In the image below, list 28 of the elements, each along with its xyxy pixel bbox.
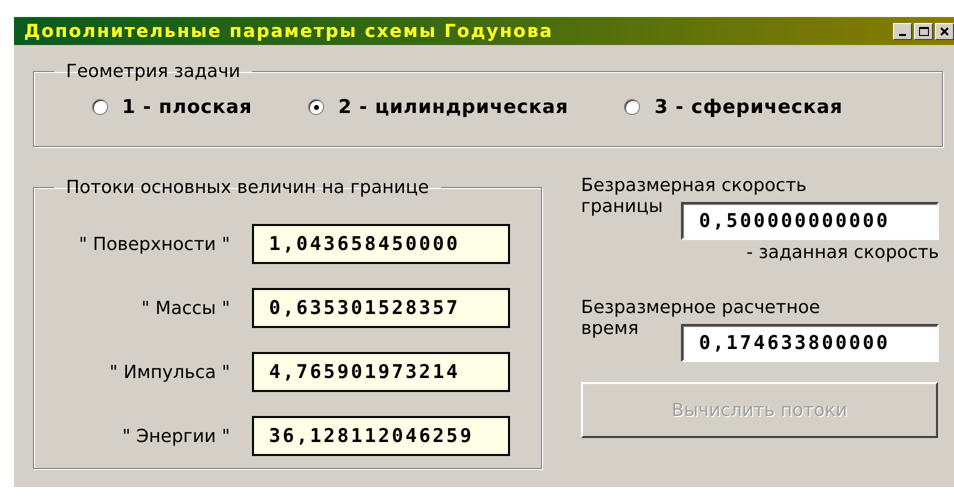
- output-field: 4,765901973214: [252, 352, 510, 392]
- output-field: 1,043658450000: [252, 224, 510, 264]
- field-label: " Массы ": [141, 298, 230, 318]
- radio-button[interactable]: [624, 99, 640, 115]
- field-label: время: [581, 318, 639, 339]
- field-label: " Поверхности ": [78, 234, 230, 254]
- field-label: " Энергии ": [122, 426, 230, 446]
- minimize-button[interactable]: [893, 22, 912, 40]
- minimize-icon: [899, 34, 906, 36]
- radio-button[interactable]: [308, 99, 324, 115]
- output-field: 36,128112046259: [252, 416, 510, 456]
- group-title: Потоки основных величин на границе: [65, 177, 430, 198]
- radio-option[interactable]: 3 - сферическая: [624, 96, 843, 118]
- input-field[interactable]: 0,500000000000: [681, 202, 939, 240]
- field-label: " Импульса ": [109, 362, 230, 382]
- close-button[interactable]: [935, 22, 954, 40]
- radio-option[interactable]: 2 - цилиндрическая: [308, 96, 568, 118]
- group-title: Геометрия задачи: [65, 61, 242, 82]
- maximize-button[interactable]: [914, 22, 933, 40]
- field-label: Безразмерная скорость: [581, 175, 808, 196]
- window-title: Дополнительные параметры схемы Годунова: [24, 20, 554, 42]
- field-label: границы: [581, 196, 663, 217]
- radio-button[interactable]: [92, 99, 108, 115]
- hint-text: - заданная скорость: [746, 242, 939, 263]
- input-field[interactable]: 0,174633800000: [681, 324, 939, 362]
- field-label: Безразмерное расчетное: [581, 297, 822, 318]
- radio-option[interactable]: 1 - плоская: [92, 96, 252, 118]
- output-field: 0,635301528357: [252, 288, 510, 328]
